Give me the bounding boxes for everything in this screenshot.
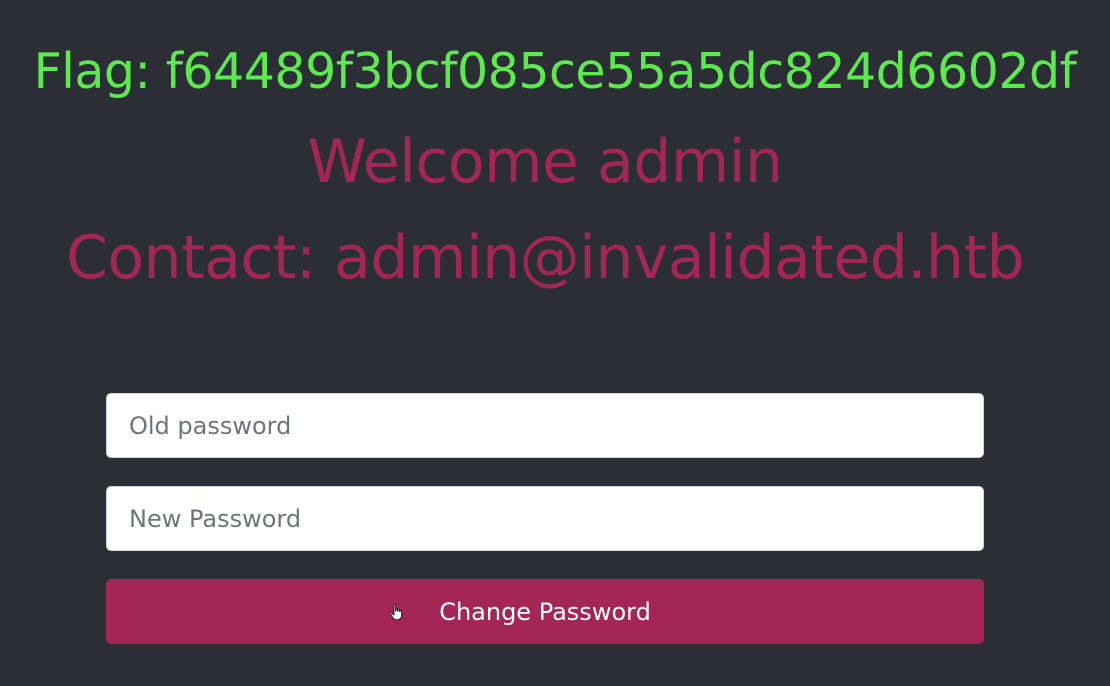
contact-heading: Contact: admin@invalidated.htb: [65, 223, 1025, 293]
change-password-form: Change Password: [106, 393, 984, 644]
welcome-heading: Welcome admin: [307, 127, 783, 197]
hand-pointer-cursor-icon: [390, 603, 403, 621]
change-password-button-label: Change Password: [439, 597, 651, 626]
flag-text: Flag: f64489f3bcf085ce55a5dc824d6602df: [33, 43, 1077, 100]
new-password-input[interactable]: [106, 486, 984, 551]
old-password-input[interactable]: [106, 393, 984, 458]
change-password-button[interactable]: Change Password: [106, 579, 984, 644]
